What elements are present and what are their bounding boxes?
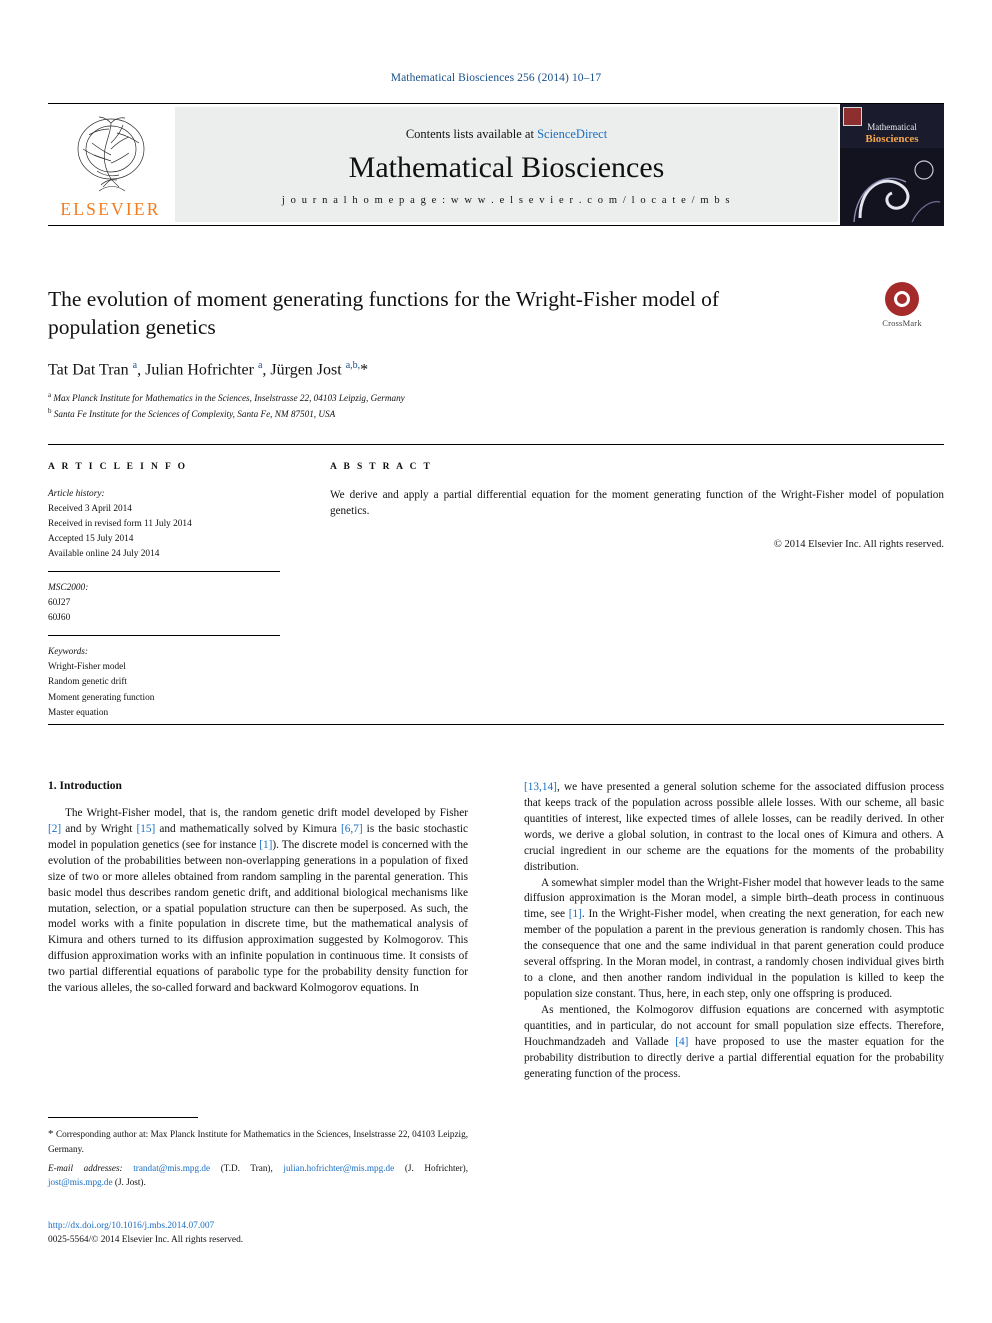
article-info-heading: A R T I C L E I N F O — [48, 462, 188, 472]
history-item-1: Received in revised form 11 July 2014 — [48, 519, 192, 530]
paper-page: Mathematical Biosciences 256 (2014) 10–1… — [0, 0, 992, 1323]
cover-title-line1: Mathematical — [867, 122, 917, 132]
journal-title: Mathematical Biosciences — [348, 151, 665, 184]
cover-title-line2: Biosciences — [865, 133, 919, 145]
history-label: Article history: — [48, 489, 105, 499]
abstract-copyright: © 2014 Elsevier Inc. All rights reserved… — [773, 539, 944, 551]
paragraph-right-2: A somewhat simpler model than the Wright… — [524, 876, 944, 1000]
journal-homepage[interactable]: j o u r n a l h o m e p a g e : w w w . … — [282, 195, 731, 206]
history-item-2: Accepted 15 July 2014 — [48, 534, 134, 545]
divider-bottom — [48, 724, 944, 725]
keywords-label: Keywords: — [48, 647, 88, 658]
author-list: Tat Dat Tran a, Julian Hofrichter a, Jür… — [48, 360, 369, 379]
keyword-1: Random genetic drift — [48, 677, 128, 688]
footer-block: http://dx.doi.org/10.1016/j.mbs.2014.07.… — [48, 1219, 468, 1247]
paragraph-intro-1: The Wright-Fisher model, that is, the ra… — [48, 807, 468, 995]
masthead-center: Contents lists available at ScienceDirec… — [175, 107, 838, 222]
sciencedirect-link[interactable]: ScienceDirect — [537, 127, 607, 141]
title-block: The evolution of moment generating funct… — [48, 282, 944, 422]
divider-top — [48, 444, 944, 445]
keyword-0: Wright-Fisher model — [48, 662, 126, 673]
citation-6-7[interactable]: [6,7] — [341, 823, 363, 835]
info-divider-1 — [48, 571, 280, 573]
issn-copyright: 0025-5564/© 2014 Elsevier Inc. All right… — [48, 1235, 244, 1246]
body-column-right: [13,14], we have presented a general sol… — [524, 780, 944, 1083]
affiliations: a Max Planck Institute for Mathematics i… — [48, 390, 944, 422]
journal-masthead: ELSEVIER Contents lists available at Sci… — [48, 103, 944, 226]
msc-item-1: 60J60 — [48, 613, 71, 624]
citation-13-14[interactable]: [13,14] — [524, 781, 557, 793]
msc-label: MSC2000: — [48, 583, 89, 594]
corresponding-author-note: * Corresponding author at: Max Planck In… — [48, 1128, 468, 1154]
citation-1-moran[interactable]: [1] — [569, 908, 582, 920]
section-title-introduction: 1. Introduction — [48, 780, 122, 792]
crossmark-badge[interactable]: CrossMark — [868, 282, 936, 338]
crossmark-icon — [885, 282, 919, 316]
elsevier-logo: ELSEVIER — [48, 104, 173, 226]
email-link-2[interactable]: julian.hofrichter@mis.mpg.de — [283, 1163, 394, 1173]
email-addresses-note: E-mail addresses: trandat@mis.mpg.de (T.… — [48, 1163, 468, 1188]
affiliation-a: a Max Planck Institute for Mathematics i… — [48, 391, 405, 404]
keyword-2: Moment generating function — [48, 692, 155, 703]
citation-4[interactable]: [4] — [675, 1036, 688, 1048]
citation-2[interactable]: [2] — [48, 823, 61, 835]
keyword-3: Master equation — [48, 707, 109, 718]
email-link-3[interactable]: jost@mis.mpg.de — [48, 1177, 113, 1187]
paragraph-right-1: [13,14], we have presented a general sol… — [524, 781, 944, 873]
paragraph-right-3: As mentioned, the Kolmogorov diffusion e… — [524, 1003, 944, 1080]
history-item-3: Available online 24 July 2014 — [48, 549, 160, 560]
doi-link[interactable]: http://dx.doi.org/10.1016/j.mbs.2014.07.… — [48, 1221, 214, 1231]
elsevier-tree-icon — [77, 116, 144, 192]
citation-1[interactable]: [1] — [259, 839, 272, 851]
email-link-1[interactable]: trandat@mis.mpg.de — [133, 1163, 210, 1173]
crossmark-label: CrossMark — [882, 318, 922, 328]
page-title: The evolution of moment generating funct… — [48, 287, 720, 339]
journal-cover-thumbnail: Mathematical Biosciences — [840, 104, 944, 226]
abstract-column: We derive and apply a partial differenti… — [330, 487, 944, 553]
cover-artwork — [840, 148, 944, 226]
body-column-left: The Wright-Fisher model, that is, the ra… — [48, 806, 468, 997]
journal-reference: Mathematical Biosciences 256 (2014) 10–1… — [390, 72, 602, 84]
info-divider-2 — [48, 635, 280, 637]
msc-item-0: 60J27 — [48, 598, 71, 609]
contents-prefix: Contents lists available at — [405, 127, 538, 141]
footnote-block: * Corresponding author at: Max Planck In… — [48, 1126, 468, 1190]
abstract-text: We derive and apply a partial differenti… — [330, 489, 944, 518]
elsevier-wordmark: ELSEVIER — [60, 199, 161, 219]
contents-line: Contents lists available at ScienceDirec… — [406, 127, 607, 142]
article-info-column: Article history: Received 3 April 2014 R… — [48, 487, 288, 721]
footnote-divider — [48, 1117, 198, 1118]
abstract-heading: A B S T R A C T — [330, 462, 433, 472]
history-item-0: Received 3 April 2014 — [48, 504, 132, 515]
affiliation-b: b Santa Fe Institute for the Sciences of… — [48, 407, 336, 420]
citation-15[interactable]: [15] — [136, 823, 155, 835]
